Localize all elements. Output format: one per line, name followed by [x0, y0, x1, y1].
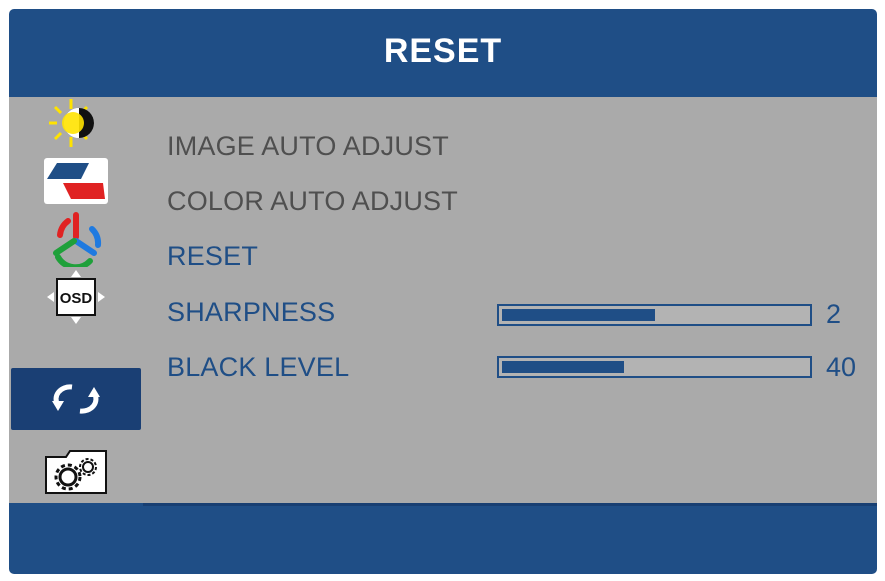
image-setup-icon: [44, 158, 108, 204]
black-level-value: 40: [826, 352, 857, 382]
reset-icon: [52, 384, 100, 414]
menu-item-color-auto-adjust[interactable]: COLOR AUTO ADJUST: [167, 186, 458, 217]
color-setup-icon: [53, 212, 102, 267]
osd-setup-icon: OSD: [47, 270, 105, 324]
menu-item-black-level[interactable]: BLACK LEVEL: [167, 352, 349, 383]
extra-settings-icon: [45, 450, 107, 494]
osd-menu: RESET OSD: [9, 9, 877, 574]
brightness-contrast-icon: [49, 99, 94, 147]
menu-item-reset[interactable]: RESET: [167, 241, 258, 272]
sharpness-value: 2: [826, 299, 842, 329]
sidebar-item-reset[interactable]: [11, 368, 141, 430]
black-level-slider-fill: [502, 361, 624, 373]
sidebar-item-color-setup[interactable]: [9, 210, 143, 268]
sidebar-item-image-setup[interactable]: [9, 152, 143, 210]
sidebar-item-osd-setup[interactable]: OSD: [9, 268, 143, 326]
osd-icon-text: OSD: [60, 290, 93, 307]
sidebar-item-extra[interactable]: [9, 442, 143, 500]
footer-divider: [143, 503, 877, 506]
menu-item-image-auto-adjust[interactable]: IMAGE AUTO ADJUST: [167, 131, 449, 162]
menu-item-sharpness[interactable]: SHARPNESS: [167, 297, 335, 328]
sidebar: OSD: [9, 94, 143, 506]
sharpness-slider-fill: [502, 309, 655, 321]
sharpness-slider[interactable]: [497, 304, 812, 326]
black-level-slider[interactable]: [497, 356, 812, 378]
sidebar-item-luminance[interactable]: [9, 94, 143, 152]
menu-title: RESET: [383, 32, 503, 70]
